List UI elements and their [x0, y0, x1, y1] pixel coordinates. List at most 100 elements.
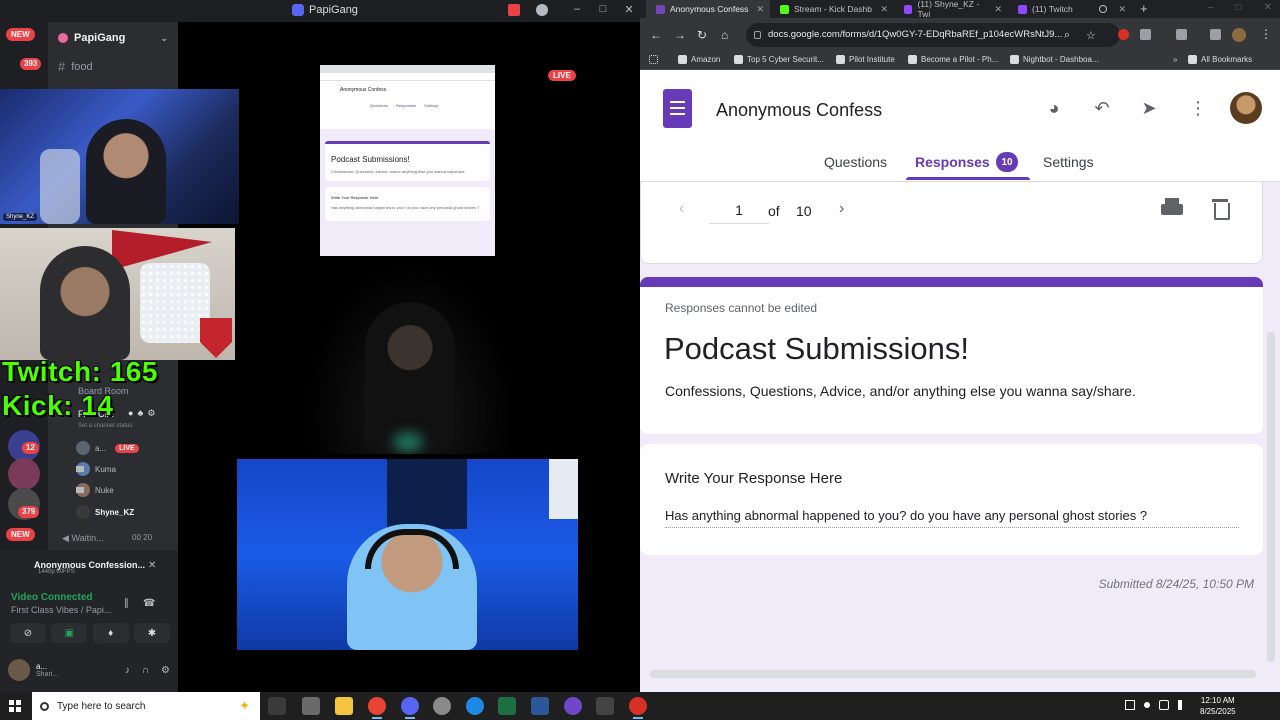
- back-icon[interactable]: ←: [650, 28, 662, 42]
- discord-taskbar-icon[interactable]: [401, 697, 419, 719]
- previous-response-icon[interactable]: ‹: [679, 200, 684, 218]
- webcam-tile-shyne[interactable]: Shyne_KZ: [0, 89, 239, 224]
- clock[interactable]: 12:10 AM 8/25/2025: [1200, 695, 1236, 717]
- close-stream-icon[interactable]: ✕: [148, 560, 156, 571]
- tab-responses[interactable]: Responses: [915, 154, 990, 170]
- tab-anonymous-confess[interactable]: Anonymous Confess ✕: [646, 0, 770, 18]
- extensions-icon[interactable]: [1140, 29, 1151, 40]
- zoom-icon[interactable]: ⌕: [1064, 29, 1070, 42]
- app-taskbar-icon[interactable]: [564, 697, 582, 715]
- network-icon[interactable]: [1159, 700, 1169, 710]
- volume-icon[interactable]: [1178, 700, 1188, 710]
- obs-taskbar-icon[interactable]: [629, 697, 647, 719]
- chat-icon[interactable]: ●: [128, 408, 133, 419]
- file-explorer-icon[interactable]: [335, 697, 353, 715]
- taskbar-search[interactable]: Type here to search ✦: [32, 692, 260, 720]
- bookmark-cyber[interactable]: Top 5 Cyber Securit...: [734, 55, 824, 64]
- webcam-tile-4[interactable]: [237, 459, 578, 650]
- palette-icon[interactable]: ◕: [1042, 96, 1066, 120]
- activity-button[interactable]: ♦: [92, 623, 129, 643]
- chrome-taskbar-icon[interactable]: [368, 697, 386, 719]
- webcam-tile-2[interactable]: [0, 228, 235, 360]
- maximize-icon[interactable]: □: [598, 3, 608, 16]
- noise-suppression-icon[interactable]: ∥: [124, 598, 129, 609]
- server-icon-2[interactable]: [8, 458, 40, 490]
- chevron-up-icon[interactable]: [1144, 702, 1150, 708]
- stream-card[interactable]: Anonymous Confession...: [10, 556, 668, 574]
- excel-taskbar-icon[interactable]: [498, 697, 516, 715]
- gear-icon[interactable]: ⚙: [161, 665, 170, 676]
- bookmark-nightbot[interactable]: Nightbot - Dashboa...: [1010, 55, 1099, 64]
- profile-avatar[interactable]: [1232, 28, 1246, 42]
- set-channel-status[interactable]: Set a channel status: [78, 423, 132, 429]
- screen-share-button[interactable]: ▣: [51, 623, 88, 643]
- extension-icon[interactable]: [1118, 29, 1129, 40]
- bookmark-pilot-institute[interactable]: Pilot Institute: [836, 55, 895, 64]
- disconnect-icon[interactable]: ☎: [143, 598, 155, 609]
- tab-shyne-twitch[interactable]: (11) Shyne_KZ - Twi ✕: [894, 0, 1008, 19]
- close-tab-icon[interactable]: ✕: [756, 4, 764, 15]
- voice-connected-status[interactable]: Video Connected: [11, 592, 93, 603]
- tab-questions[interactable]: Questions: [824, 154, 887, 170]
- next-response-icon[interactable]: ›: [839, 200, 844, 218]
- avatar[interactable]: [8, 659, 30, 681]
- forward-icon[interactable]: →: [674, 28, 686, 42]
- shared-screen-preview[interactable]: Anonymous Confess Questions Responses Se…: [320, 65, 495, 256]
- home-icon[interactable]: ⌂: [721, 28, 728, 42]
- tab-settings[interactable]: Settings: [1043, 154, 1094, 170]
- delete-icon[interactable]: [1212, 199, 1230, 220]
- avatar[interactable]: [1230, 92, 1262, 124]
- settings-taskbar-icon[interactable]: [433, 697, 451, 715]
- close-icon[interactable]: ✕: [1264, 2, 1272, 13]
- voice-user[interactable]: Shyne_KZ: [76, 505, 166, 519]
- bookmark-amazon[interactable]: Amazon: [678, 55, 720, 64]
- page-number-input[interactable]: 1: [709, 196, 769, 224]
- add-user-icon[interactable]: ♣: [137, 408, 143, 419]
- channel-food[interactable]: # food: [58, 59, 93, 74]
- horizontal-scrollbar[interactable]: [650, 670, 1256, 678]
- close-icon[interactable]: ✕: [624, 3, 634, 16]
- vertical-scrollbar[interactable]: [1267, 332, 1275, 662]
- inbox-icon[interactable]: [508, 4, 520, 16]
- cast-icon[interactable]: [1176, 29, 1187, 40]
- close-tab-icon[interactable]: ✕: [994, 4, 1002, 15]
- media-icon[interactable]: [1210, 29, 1221, 40]
- address-bar[interactable]: docs.google.com/forms/d/1Qw0GY-7-EDqRbaR…: [746, 23, 1120, 47]
- keyboard-icon[interactable]: [1125, 700, 1135, 710]
- print-icon[interactable]: [1161, 198, 1183, 218]
- all-bookmarks[interactable]: All Bookmarks: [1188, 55, 1252, 64]
- bookmarks-overflow-icon[interactable]: »: [1173, 55, 1177, 64]
- microphone-icon[interactable]: ♪: [125, 665, 130, 676]
- tab-kick[interactable]: Stream - Kick Dashb ✕: [770, 0, 894, 18]
- minimize-icon[interactable]: –: [1208, 2, 1214, 13]
- close-tab-icon[interactable]: ✕: [880, 4, 888, 15]
- word-taskbar-icon[interactable]: [531, 697, 549, 715]
- site-info-icon[interactable]: [754, 31, 761, 39]
- webcam-tile-3[interactable]: [305, 262, 515, 454]
- close-tab-icon[interactable]: ✕: [1118, 4, 1126, 15]
- app-taskbar-icon[interactable]: [466, 697, 484, 715]
- task-view-icon[interactable]: [268, 697, 286, 715]
- more-options-icon[interactable]: ⋮: [1186, 96, 1210, 120]
- headphones-icon[interactable]: ∩: [142, 665, 149, 676]
- apps-icon[interactable]: [649, 55, 658, 64]
- voice-user[interactable]: Nuke: [76, 483, 166, 497]
- star-icon[interactable]: ☆: [1086, 29, 1096, 42]
- voice-user[interactable]: Kuma: [76, 462, 166, 476]
- gear-icon[interactable]: ⚙: [147, 408, 155, 419]
- help-icon[interactable]: [536, 4, 548, 16]
- new-tab-button[interactable]: +: [1140, 1, 1148, 16]
- bookmark-become-pilot[interactable]: Become a Pilot - Ph...: [908, 55, 998, 64]
- reload-icon[interactable]: ↻: [697, 28, 707, 42]
- google-forms-logo[interactable]: [663, 89, 692, 128]
- camera-off-button[interactable]: ⊘: [10, 623, 46, 643]
- send-icon[interactable]: ➤: [1137, 96, 1161, 120]
- windows-start-icon[interactable]: [9, 700, 21, 712]
- voice-user[interactable]: a... LIVE: [76, 441, 166, 455]
- soundboard-button[interactable]: ✱: [133, 623, 170, 643]
- widgets-icon[interactable]: [302, 697, 320, 715]
- menu-icon[interactable]: ⋮: [1260, 27, 1272, 41]
- form-title-input[interactable]: Anonymous Confess: [716, 100, 886, 121]
- maximize-icon[interactable]: □: [1236, 2, 1242, 13]
- minimize-icon[interactable]: –: [572, 3, 582, 16]
